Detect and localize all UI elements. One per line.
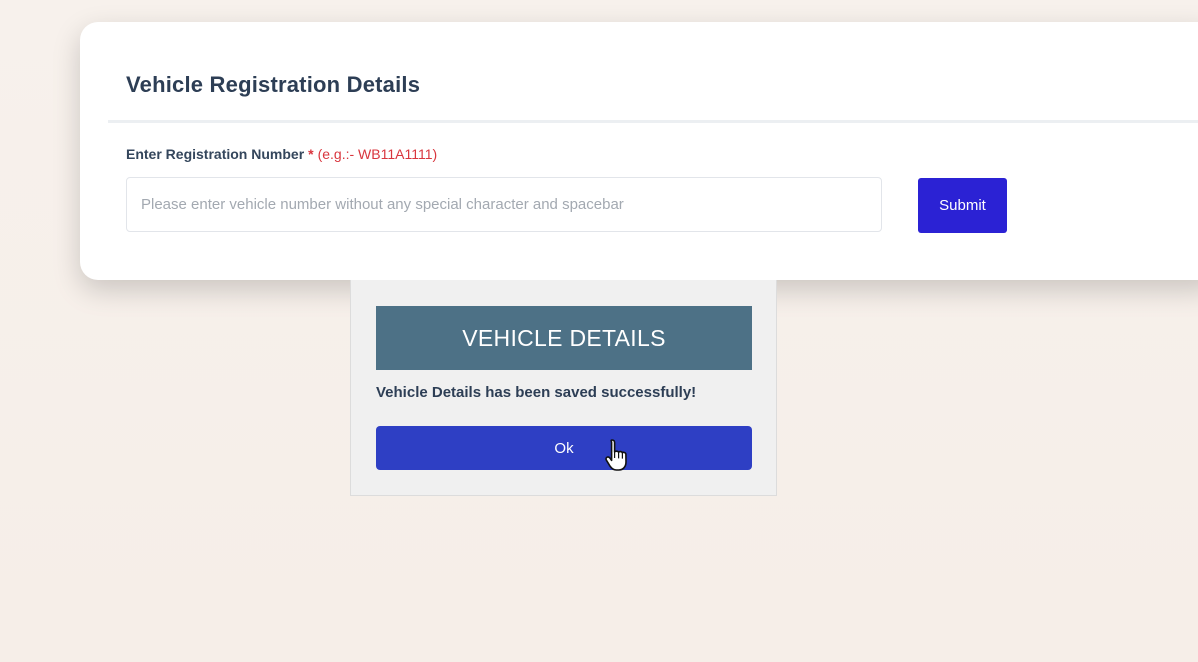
registration-number-label-text: Enter Registration Number <box>126 146 305 162</box>
example-hint: (e.g.:- WB11A1111) <box>317 146 438 162</box>
registration-number-input[interactable] <box>126 177 882 232</box>
hand-pointer-cursor-icon <box>605 439 627 471</box>
registration-card: Vehicle Registration Details Enter Regis… <box>80 22 1198 280</box>
card-title: Vehicle Registration Details <box>126 72 421 97</box>
submit-button[interactable]: Submit <box>918 178 1007 233</box>
success-message: Vehicle Details has been saved successfu… <box>376 384 697 401</box>
modal-title: VEHICLE DETAILS <box>376 306 752 370</box>
vehicle-details-modal: VEHICLE DETAILS Vehicle Details has been… <box>350 280 777 496</box>
required-marker: * <box>308 146 314 162</box>
card-divider <box>108 120 1198 123</box>
ok-button[interactable]: Ok <box>376 426 752 470</box>
page-background: Vehicle Registration Details Enter Regis… <box>0 0 1198 662</box>
registration-number-label: Enter Registration Number * (e.g.:- WB11A1… <box>126 146 437 162</box>
